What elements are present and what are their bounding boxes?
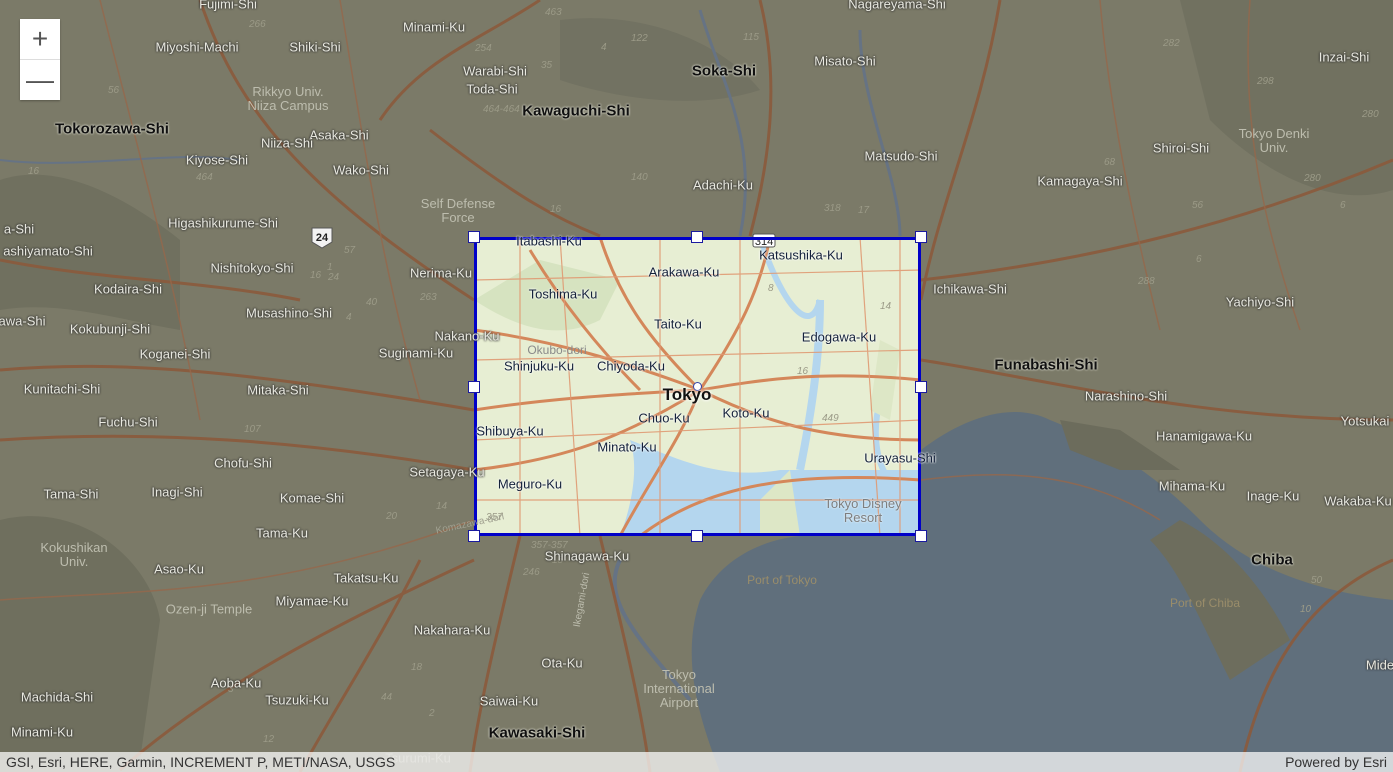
road-number-label: 16 [310, 270, 322, 281]
road-number-label: 57 [344, 245, 356, 256]
road-number-label: 4 [601, 42, 607, 53]
resize-handle-w[interactable] [468, 381, 480, 393]
road-number-label: 357 [486, 512, 503, 523]
road-number-label: 140 [631, 172, 648, 183]
map-view[interactable]: 24 314 56 266 463 122 115 282 4 254 35 298 280 464-… [0, 0, 1393, 772]
plus-icon: + [31, 23, 49, 54]
road-number-label: 12 [263, 734, 275, 745]
resize-handle-se[interactable] [915, 530, 927, 542]
road-number-label: 44 [381, 692, 393, 703]
attribution-bar: GSI, Esri, HERE, Garmin, INCREMENT P, ME… [0, 752, 1393, 772]
road-number-label: 40 [366, 297, 378, 308]
road-number-label: 357-357 [531, 540, 568, 551]
road-number-label: 56 [108, 85, 120, 96]
road-number-label: 35 [541, 60, 553, 71]
resize-handle-e[interactable] [915, 381, 927, 393]
road-number-label: 280 [1361, 109, 1379, 120]
road-number-label: 1 [327, 262, 333, 273]
center-marker [693, 382, 702, 391]
road-number-label: 266 [248, 19, 266, 30]
road-number-label: 3 [228, 684, 234, 695]
zoom-control: + — [20, 19, 60, 100]
road-number-label: 298 [1256, 76, 1274, 87]
road-number-label: 263 [419, 292, 437, 303]
svg-text:314: 314 [755, 236, 773, 248]
minus-icon: — [26, 64, 54, 95]
road-number-label: 10 [1300, 604, 1312, 615]
road-number-label: 16 [550, 204, 562, 215]
road-number-label: 50 [1311, 575, 1323, 586]
road-number-label: 115 [743, 32, 759, 43]
road-number-label: 6 [1340, 200, 1346, 211]
road-number-label: 18 [411, 662, 423, 673]
road-number-label: 16 [28, 166, 40, 177]
resize-handle-s[interactable] [691, 530, 703, 542]
road-number-label: 16 [797, 366, 809, 377]
attribution-text[interactable]: GSI, Esri, HERE, Garmin, INCREMENT P, ME… [6, 754, 395, 770]
resize-handle-ne[interactable] [915, 231, 927, 243]
road-number-label: 20 [385, 511, 398, 522]
road-number-label: 15 [552, 555, 564, 566]
road-number-label: 4 [346, 312, 352, 323]
zoom-in-button[interactable]: + [20, 19, 60, 59]
road-number-label: 14 [880, 301, 892, 312]
powered-by-link[interactable]: Powered by Esri [1285, 754, 1387, 770]
road-number-label: 464 [196, 172, 213, 183]
road-number-label: 288 [1137, 276, 1155, 287]
road-number-label: 24 [327, 272, 340, 283]
road-number-label: 56 [1192, 200, 1204, 211]
resize-handle-sw[interactable] [468, 530, 480, 542]
resize-handle-nw[interactable] [468, 231, 480, 243]
road-number-label: 246 [522, 567, 540, 578]
road-number-label: 318 [824, 203, 841, 214]
svg-text:24: 24 [316, 232, 329, 244]
road-number-label: 282 [1162, 38, 1180, 49]
road-number-label: 107 [244, 424, 261, 435]
road-number-label: 280 [1303, 173, 1321, 184]
resize-handle-n[interactable] [691, 231, 703, 243]
road-number-label: 6 [1196, 254, 1202, 265]
road-number-label: 464-464 [483, 104, 520, 115]
road-number-label: 449 [822, 413, 839, 424]
road-number-label: 463 [545, 7, 562, 18]
road-number-label: 68 [1104, 157, 1116, 168]
road-number-label: 14 [436, 501, 448, 512]
road-number-label: 17 [858, 205, 870, 216]
zoom-out-button[interactable]: — [20, 59, 60, 100]
road-number-label: 2 [428, 708, 435, 719]
road-number-label: 122 [631, 33, 648, 44]
road-number-label: 8 [768, 283, 774, 294]
road-number-label: 254 [474, 43, 492, 54]
